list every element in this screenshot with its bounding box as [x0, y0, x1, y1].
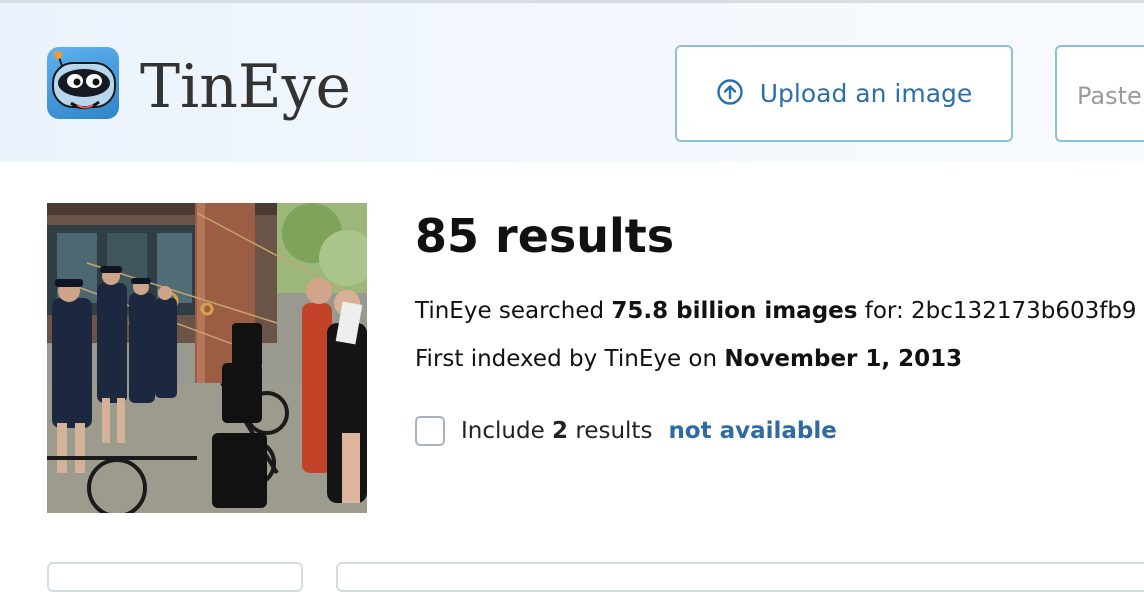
image-hash: 2bc132173b603fb9 — [911, 298, 1137, 324]
image-url-input[interactable] — [1075, 75, 1144, 117]
upload-image-button[interactable]: Upload an image — [675, 45, 1013, 142]
filter-panel[interactable] — [336, 562, 1144, 592]
include-unavailable-checkbox[interactable] — [415, 416, 445, 446]
tineye-robot-icon[interactable] — [47, 47, 119, 119]
searched-prefix: TinEye searched — [415, 298, 612, 324]
include-unavailable-row: Include 2 results not available — [415, 416, 837, 446]
indexed-date: November 1, 2013 — [724, 346, 963, 372]
searched-count: 75.8 billion images — [611, 298, 858, 324]
query-image-thumbnail[interactable] — [47, 203, 367, 513]
not-available-link[interactable]: not available — [668, 418, 836, 444]
upload-button-label: Upload an image — [759, 79, 973, 108]
first-indexed-summary: First indexed by TinEye on November 1, 2… — [415, 344, 962, 374]
results-count-heading: 85 results — [415, 209, 675, 263]
include-mid: results — [568, 418, 653, 444]
include-prefix: Include — [461, 418, 553, 444]
searched-summary: TinEye searched 75.8 billion images for:… — [415, 296, 1137, 326]
include-count: 2 — [552, 418, 569, 444]
header: TinEye Upload an image — [0, 3, 1144, 162]
image-url-field[interactable] — [1055, 45, 1144, 142]
indexed-prefix: First indexed by TinEye on — [415, 346, 725, 372]
brand-name[interactable]: TinEye — [140, 51, 351, 123]
include-label: Include 2 results — [461, 418, 652, 444]
searched-mid: for: — [857, 298, 912, 324]
arrow-up-circle-icon — [716, 78, 744, 110]
sort-panel[interactable] — [47, 562, 303, 592]
